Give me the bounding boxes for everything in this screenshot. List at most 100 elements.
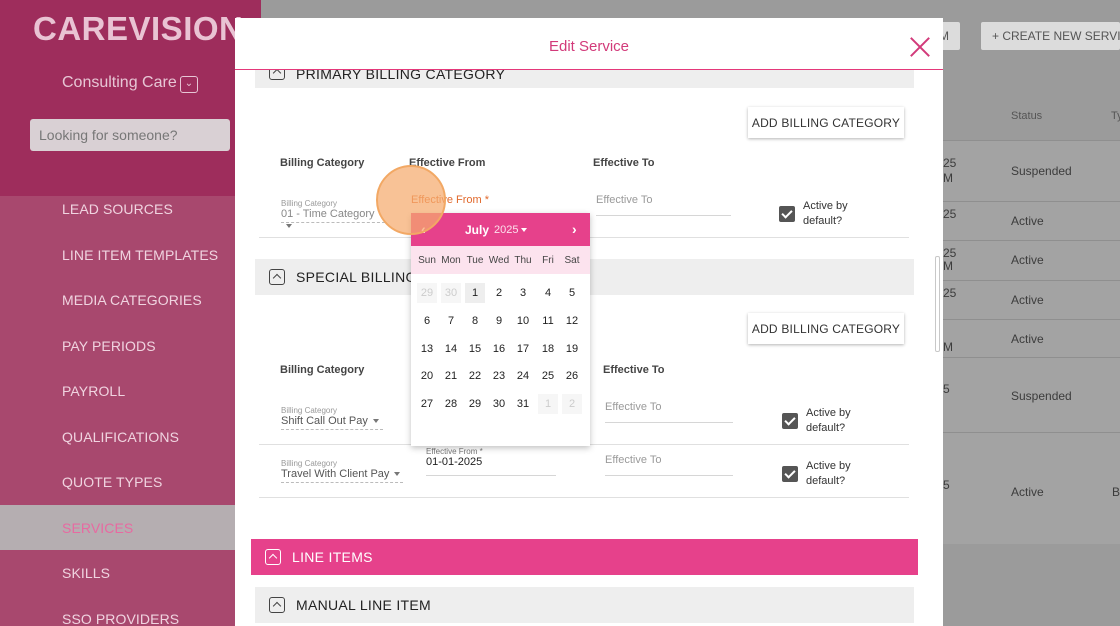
calendar-day[interactable]: 13 bbox=[417, 339, 437, 359]
column-header-type[interactable]: Ty bbox=[1111, 110, 1120, 122]
calendar-day[interactable]: 9 bbox=[489, 311, 509, 331]
status-cell: Suspended bbox=[1011, 164, 1072, 178]
active-by-default-label: Active by default? bbox=[806, 407, 851, 434]
manual-line-item-section[interactable]: MANUAL LINE ITEM bbox=[255, 587, 914, 623]
sidebar-item-lead-sources[interactable]: LEAD SOURCES bbox=[62, 201, 173, 217]
effective-to-field[interactable]: Effective To bbox=[596, 194, 731, 216]
table-cell: 5 bbox=[943, 478, 950, 492]
weekday-label: Thu bbox=[514, 255, 532, 266]
active-by-default-label: Active by default? bbox=[806, 460, 851, 487]
table-row[interactable]: 25 M Suspended bbox=[943, 140, 1120, 201]
calendar-day[interactable]: 15 bbox=[465, 339, 485, 359]
calendar-day[interactable]: 26 bbox=[562, 366, 582, 386]
calendar-day[interactable]: 14 bbox=[441, 339, 461, 359]
calendar-day[interactable]: 5 bbox=[562, 283, 582, 303]
column-header-effective-to: Effective To bbox=[603, 364, 665, 376]
calendar-day[interactable]: 1 bbox=[465, 283, 485, 303]
sidebar-item-qualifications[interactable]: QUALIFICATIONS bbox=[62, 429, 179, 445]
calendar-day[interactable]: 27 bbox=[417, 394, 437, 414]
sidebar-item-pay-periods[interactable]: PAY PERIODS bbox=[62, 338, 156, 354]
chevron-up-icon[interactable] bbox=[269, 269, 285, 285]
table-cell: M bbox=[943, 171, 953, 185]
sidebar-item-quote-types[interactable]: QUOTE TYPES bbox=[62, 474, 162, 490]
year-select[interactable]: 2025 bbox=[494, 224, 528, 236]
calendar-day[interactable]: 19 bbox=[562, 339, 582, 359]
type-cell: B bbox=[1112, 485, 1120, 499]
calendar-day[interactable]: 11 bbox=[538, 311, 558, 331]
column-header-status[interactable]: Status bbox=[1011, 110, 1042, 122]
chevron-down-icon[interactable]: ⌄ bbox=[180, 76, 198, 93]
table-row[interactable]: 25 M Active bbox=[943, 240, 1120, 280]
status-cell: Active bbox=[1011, 293, 1044, 307]
calendar-day[interactable]: 20 bbox=[417, 366, 437, 386]
calendar-day[interactable]: 30 bbox=[489, 394, 509, 414]
field-label: Billing Category bbox=[281, 459, 338, 468]
calendar-day[interactable]: 22 bbox=[465, 366, 485, 386]
close-icon[interactable] bbox=[909, 36, 931, 58]
column-header-billing-category: Billing Category bbox=[280, 364, 365, 376]
calendar-day[interactable]: 29 bbox=[465, 394, 485, 414]
effective-to-placeholder: Effective To bbox=[605, 401, 662, 413]
calendar-day[interactable]: 4 bbox=[538, 283, 558, 303]
calendar-day: 29 bbox=[417, 283, 437, 303]
status-cell: Active bbox=[1011, 332, 1044, 346]
status-cell: Active bbox=[1011, 214, 1044, 228]
calendar-day[interactable]: 18 bbox=[538, 339, 558, 359]
sidebar-search-input[interactable]: Looking for someone? bbox=[30, 119, 230, 151]
sidebar-item-line-item-templates[interactable]: LINE ITEM TEMPLATES bbox=[62, 247, 218, 263]
effective-to-placeholder: Effective To bbox=[596, 194, 653, 206]
calendar-day[interactable]: 31 bbox=[513, 394, 533, 414]
active-by-default-checkbox[interactable] bbox=[779, 206, 795, 222]
calendar-day: 2 bbox=[562, 394, 582, 414]
add-billing-category-button[interactable]: ADD BILLING CATEGORY bbox=[748, 313, 904, 344]
table-row[interactable]: M Active bbox=[943, 319, 1120, 357]
calendar-day[interactable]: 2 bbox=[489, 283, 509, 303]
calendar-day[interactable]: 10 bbox=[513, 311, 533, 331]
next-month-button[interactable]: › bbox=[572, 221, 577, 237]
line-items-section[interactable]: LINE ITEMS bbox=[251, 539, 918, 575]
table-row[interactable]: 25 Active bbox=[943, 201, 1120, 240]
column-header-effective-to: Effective To bbox=[593, 157, 655, 169]
sidebar-item-media-categories[interactable]: MEDIA CATEGORIES bbox=[62, 292, 202, 308]
billing-category-select[interactable]: Billing Category Travel With Client Pay bbox=[281, 459, 403, 483]
status-cell: Active bbox=[1011, 253, 1044, 267]
table-row[interactable]: 25 Active bbox=[943, 280, 1120, 319]
carevision-logo[interactable]: CAREVISION bbox=[33, 10, 243, 48]
calendar-day[interactable]: 25 bbox=[538, 366, 558, 386]
organization-name[interactable]: Consulting Care bbox=[62, 74, 177, 92]
billing-category-select[interactable]: Billing Category 01 - Time Category bbox=[281, 199, 385, 229]
effective-to-field[interactable]: Effective To bbox=[605, 454, 733, 476]
month-label[interactable]: July bbox=[465, 223, 489, 237]
sidebar-item-sso-providers[interactable]: SSO PROVIDERS bbox=[62, 611, 179, 626]
add-billing-category-button[interactable]: ADD BILLING CATEGORY bbox=[748, 107, 904, 138]
calendar-day[interactable]: 8 bbox=[465, 311, 485, 331]
sidebar-item-payroll[interactable]: PAYROLL bbox=[62, 383, 125, 399]
calendar-day[interactable]: 21 bbox=[441, 366, 461, 386]
effective-from-field[interactable]: Effective From * 01-01-2025 bbox=[426, 447, 556, 476]
modal-scrollbar[interactable] bbox=[935, 256, 940, 352]
calendar-day[interactable]: 16 bbox=[489, 339, 509, 359]
calendar-day[interactable]: 12 bbox=[562, 311, 582, 331]
table-row[interactable]: 5 Active B bbox=[943, 432, 1120, 544]
calendar-day[interactable]: 17 bbox=[513, 339, 533, 359]
chevron-up-icon[interactable] bbox=[265, 549, 281, 565]
calendar-day[interactable]: 6 bbox=[417, 311, 437, 331]
active-by-default-checkbox[interactable] bbox=[782, 466, 798, 482]
active-by-default-checkbox[interactable] bbox=[782, 413, 798, 429]
effective-to-field[interactable]: Effective To bbox=[605, 401, 733, 423]
calendar-day[interactable]: 28 bbox=[441, 394, 461, 414]
chevron-up-icon[interactable] bbox=[269, 597, 285, 613]
weekday-label: Tue bbox=[466, 255, 484, 266]
create-new-service-button[interactable]: + CREATE NEW SERVICE bbox=[981, 22, 1120, 50]
sidebar-item-skills[interactable]: SKILLS bbox=[62, 565, 110, 581]
sidebar: CAREVISION Consulting Care ⌄ Looking for… bbox=[0, 0, 261, 626]
calendar-day[interactable]: 3 bbox=[513, 283, 533, 303]
table-row[interactable]: 5 Suspended bbox=[943, 357, 1120, 432]
modal-header: Edit Service bbox=[235, 18, 943, 70]
calendar-day[interactable]: 7 bbox=[441, 311, 461, 331]
billing-category-select[interactable]: Billing Category Shift Call Out Pay bbox=[281, 406, 383, 430]
calendar-day[interactable]: 24 bbox=[513, 366, 533, 386]
sidebar-item-services[interactable]: SERVICES bbox=[62, 520, 133, 536]
table-cell: 25 bbox=[943, 156, 957, 170]
calendar-day[interactable]: 23 bbox=[489, 366, 509, 386]
